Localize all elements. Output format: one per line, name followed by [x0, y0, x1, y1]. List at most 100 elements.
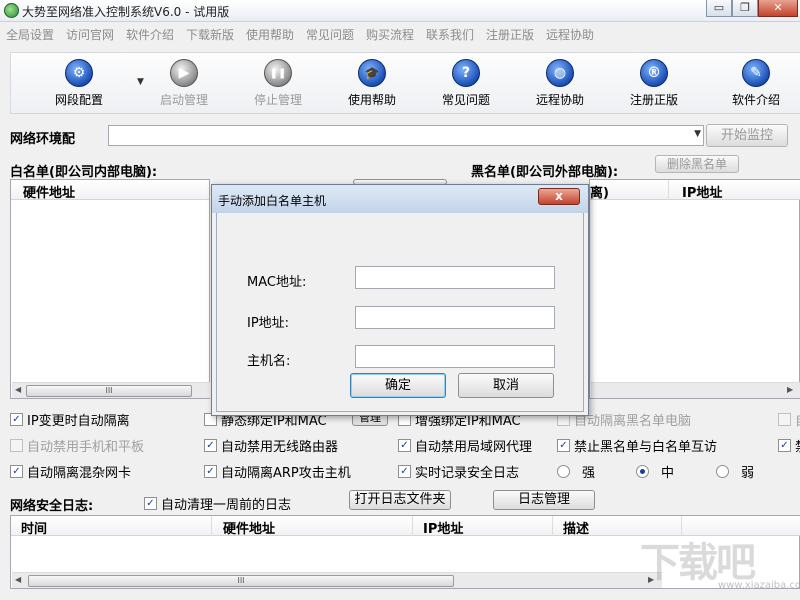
disable-wifi-router-checkbox[interactable]: ✓自动禁用无线路由器 — [204, 436, 338, 454]
start-monitor-button[interactable]: 开始监控 — [706, 124, 788, 147]
col-mac[interactable]: 硬件地址 — [23, 182, 75, 201]
menu-help[interactable]: 使用帮助 — [246, 26, 294, 43]
disable-wifi-router-label: 自动禁用无线路由器 — [221, 436, 338, 455]
strength-medium-label: 中 — [661, 462, 674, 481]
disable-mobile-label: 自动禁用手机和平板 — [27, 436, 144, 455]
ip-field-label: IP地址: — [247, 312, 289, 331]
add-whitelist-host-dialog: 手动添加白名单主机 x MAC地址: IP地址: 主机名: 确定 取消 — [211, 184, 589, 416]
remote-assist-label: 远程协助 — [520, 91, 600, 108]
menu-register[interactable]: 注册正版 — [486, 26, 534, 43]
blacklist-list[interactable]: 离) IP地址 ▶ — [589, 179, 800, 399]
blacklist-header: 离) IP地址 — [590, 180, 800, 200]
start-manage-label: 启动管理 — [144, 91, 224, 108]
menu-software-intro[interactable]: 软件介绍 — [126, 26, 174, 43]
disable-lan-proxy-label: 自动禁用局域网代理 — [415, 436, 532, 455]
log-hscroll[interactable]: ◀ III ▶ — [12, 572, 662, 588]
scroll-right-icon[interactable]: ▶ — [787, 385, 793, 394]
isolate-promiscuous-checkbox[interactable]: ✓ 自动隔离混杂网卡 — [10, 462, 131, 480]
strength-medium-radio[interactable]: 中 — [636, 462, 674, 480]
col-log-time[interactable]: 时间 — [21, 518, 47, 537]
open-log-folder-button[interactable]: 打开日志文件夹 — [349, 490, 451, 510]
menu-purchase[interactable]: 购买流程 — [366, 26, 414, 43]
col-blacklist-mac-tail[interactable]: 离) — [590, 182, 609, 201]
auto-option-cut-checkbox[interactable]: 自 — [778, 410, 800, 428]
register-button[interactable]: ® 注册正版 — [614, 59, 694, 111]
auto-clean-log-checkbox[interactable]: ✓ 自动清理一周前的日志 — [144, 494, 291, 512]
menu-contact[interactable]: 联系我们 — [426, 26, 474, 43]
watermark: 下载吧 www.xiazaiba.com — [640, 530, 798, 598]
col-log-desc[interactable]: 描述 — [563, 518, 589, 537]
whitelist-hscroll[interactable]: ◀ III — [12, 382, 210, 398]
menu-faq[interactable]: 常见问题 — [306, 26, 354, 43]
whitelist-label: 白名单(即公司内部电脑): — [10, 161, 157, 180]
disable-lan-proxy-checkbox[interactable]: ✓ 自动禁用局域网代理 — [398, 436, 532, 454]
stop-manage-button[interactable]: ❚❚ 停止管理 — [238, 59, 318, 111]
stop-manage-label: 停止管理 — [238, 91, 318, 108]
strength-weak-label: 弱 — [741, 462, 754, 481]
minimize-button[interactable]: ▭ — [706, 0, 732, 17]
env-label: 网络环境配 — [10, 128, 75, 147]
help-label: 使用帮助 — [332, 91, 412, 108]
start-manage-button[interactable]: ▶ 启动管理 — [144, 59, 224, 111]
mac-input[interactable] — [355, 266, 555, 289]
scroll-thumb[interactable]: III — [26, 385, 192, 397]
toolbar: ⚙ 网段配置 ▼ ▶ 启动管理 ❚❚ 停止管理 🎓 使用帮助 ? 常见问题 ◍ … — [10, 52, 800, 114]
watermark-url: www.xiazaiba.com — [718, 580, 800, 591]
isolate-promiscuous-label: 自动隔离混杂网卡 — [27, 462, 131, 481]
strength-strong-label: 强 — [582, 462, 595, 481]
checkbox-box: ✓ — [778, 439, 791, 452]
menu-global-settings[interactable]: 全局设置 — [6, 26, 54, 43]
radio-dot — [716, 465, 729, 478]
col-blacklist-ip[interactable]: IP地址 — [682, 182, 722, 201]
dialog-close-button[interactable]: x — [538, 188, 580, 205]
col-log-ip[interactable]: IP地址 — [423, 518, 463, 537]
checkbox-box: ✓ — [10, 465, 23, 478]
hostname-input[interactable] — [355, 345, 555, 368]
strength-weak-radio[interactable]: 弱 — [716, 462, 754, 480]
col-log-mac[interactable]: 硬件地址 — [223, 518, 275, 537]
disable-mobile-checkbox[interactable]: 自动禁用手机和平板 — [10, 436, 144, 454]
whitelist-header: 硬件地址 — [11, 180, 209, 200]
checkbox-box: ✓ — [557, 439, 570, 452]
mac-field-label: MAC地址: — [247, 271, 306, 290]
ip-input[interactable] — [355, 306, 555, 329]
software-intro-label: 软件介绍 — [716, 91, 796, 108]
blacklist-label: 黑名单(即公司外部电脑): — [471, 161, 618, 180]
env-combo[interactable]: ▼ — [108, 125, 704, 146]
whitelist-list[interactable]: 硬件地址 ◀ III — [10, 179, 210, 399]
dialog-ok-button[interactable]: 确定 — [350, 373, 446, 398]
log-manage-button[interactable]: 日志管理 — [493, 490, 595, 510]
isolate-arp-checkbox[interactable]: ✓自动隔离ARP攻击主机 — [204, 462, 351, 480]
restore-button[interactable]: ❐ — [732, 0, 758, 17]
segment-config-button[interactable]: ⚙ 网段配置 — [39, 59, 119, 111]
scroll-left-icon[interactable]: ◀ — [15, 575, 21, 584]
ip-change-isolate-checkbox[interactable]: ✓IP变更时自动隔离 — [10, 410, 130, 428]
chevron-down-icon[interactable]: ▼ — [137, 77, 144, 87]
chevron-down-icon[interactable]: ▼ — [694, 129, 701, 139]
play-icon: ▶ — [170, 59, 198, 87]
scroll-thumb[interactable]: III — [28, 575, 454, 587]
delete-blacklist-button[interactable]: 删除黑名单 — [655, 155, 739, 173]
realtime-log-checkbox[interactable]: ✓实时记录安全日志 — [398, 462, 519, 480]
menu-official-site[interactable]: 访问官网 — [66, 26, 114, 43]
blacklist-hscroll[interactable]: ▶ — [591, 382, 800, 398]
isolate-arp-label: 自动隔离ARP攻击主机 — [221, 462, 351, 481]
checkbox-box: ✓ — [144, 497, 157, 510]
software-intro-button[interactable]: ✎ 软件介绍 — [716, 59, 796, 111]
block-cross-access-checkbox[interactable]: ✓禁止黑名单与白名单互访 — [557, 436, 717, 454]
strength-strong-radio[interactable]: 强 — [557, 462, 595, 480]
faq-button[interactable]: ? 常见问题 — [426, 59, 506, 111]
scroll-left-icon[interactable]: ◀ — [15, 385, 21, 394]
auto-clean-log-label: 自动清理一周前的日志 — [161, 494, 291, 513]
dialog-cancel-button[interactable]: 取消 — [458, 373, 554, 398]
menu-remote-assist[interactable]: 远程协助 — [546, 26, 594, 43]
auto-option-cut-label: 自 — [795, 410, 800, 429]
checkbox-box: ✓ — [398, 439, 411, 452]
graduation-cap-icon: 🎓 — [358, 59, 386, 87]
help-button[interactable]: 🎓 使用帮助 — [332, 59, 412, 111]
remote-assist-button[interactable]: ◍ 远程协助 — [520, 59, 600, 111]
close-button[interactable]: ✕ — [758, 0, 798, 17]
forbid-option-cut-checkbox[interactable]: ✓禁 — [778, 436, 800, 454]
menu-download-new[interactable]: 下载新版 — [186, 26, 234, 43]
security-log-label: 网络安全日志: — [10, 495, 93, 514]
